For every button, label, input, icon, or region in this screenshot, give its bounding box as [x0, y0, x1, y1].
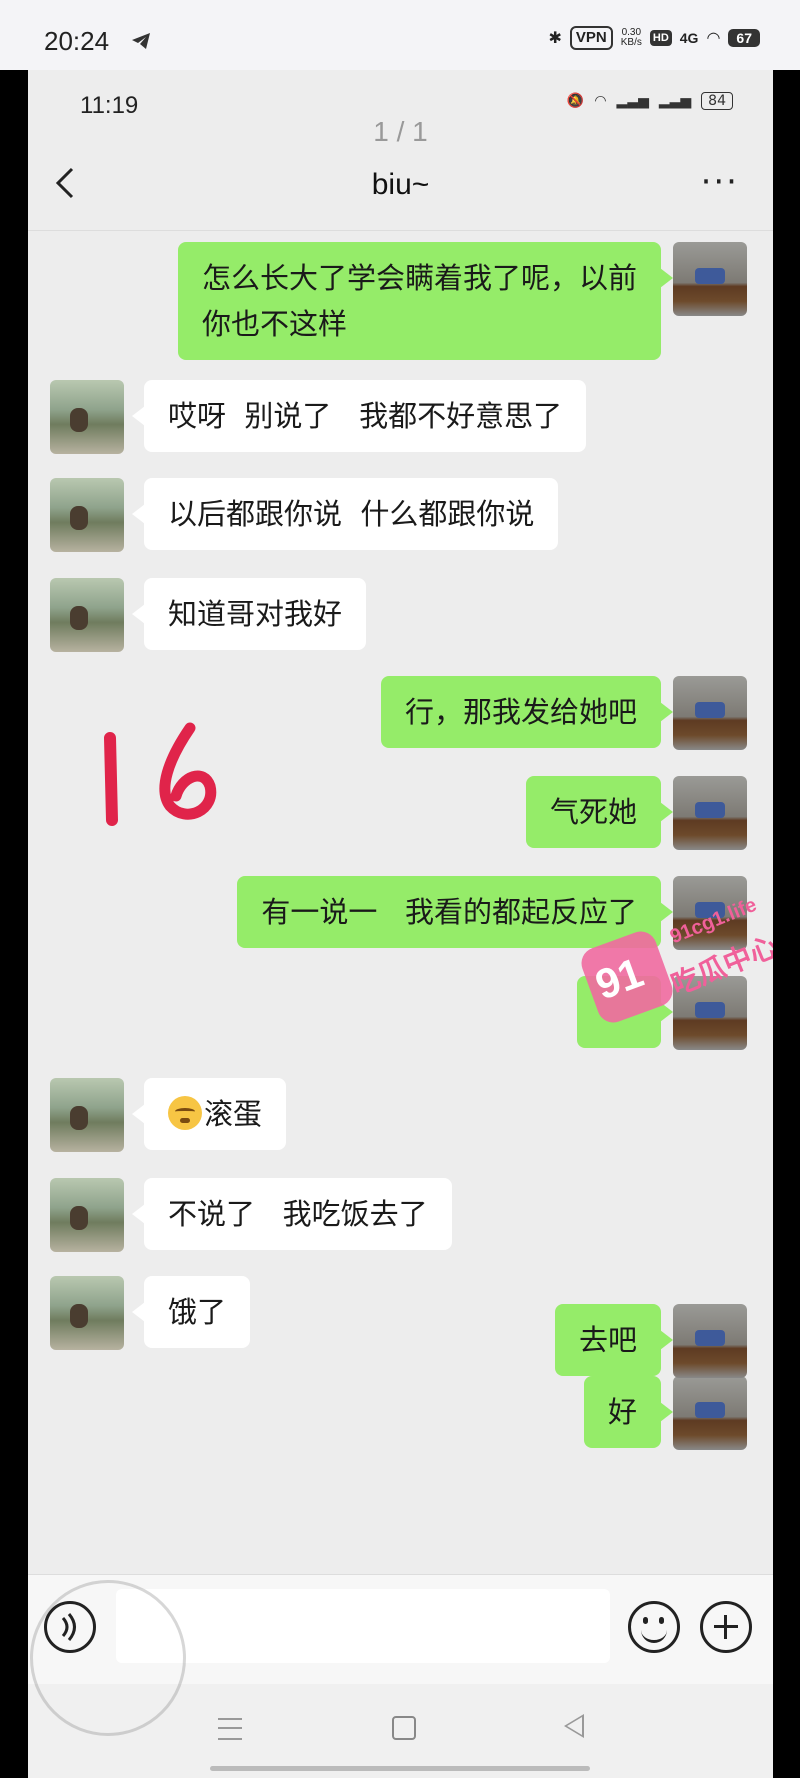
- chat-screenshot: 11:19 🔕 ◠ ▂▃▅ ▂▃▅ 84 1 / 1 biu~ ··· 怎么长大…: [28, 70, 773, 1778]
- wifi-icon: ◠: [706, 30, 721, 47]
- message-bubble[interactable]: 滚蛋: [131, 1078, 287, 1150]
- plus-icon[interactable]: [700, 1601, 752, 1653]
- network-speed: 0.30 KB/s: [621, 28, 642, 48]
- last-message-area: 去吧: [28, 1304, 773, 1400]
- page-indicator: 1 / 1: [373, 116, 428, 147]
- message-bubble[interactable]: 不说了 我吃饭去了: [132, 1178, 452, 1250]
- watermark: 91 91cg1.life 吃瓜中心: [548, 894, 773, 1027]
- outer-time: 20:24: [44, 26, 110, 56]
- recent-apps-icon[interactable]: [218, 1718, 242, 1740]
- contact-avatar[interactable]: [50, 1178, 124, 1252]
- signal-icon: ▂▃▅: [616, 93, 649, 109]
- home-icon[interactable]: [392, 1716, 416, 1740]
- contact-avatar[interactable]: [50, 1078, 124, 1152]
- message-bubble[interactable]: 知道哥对我好: [131, 578, 367, 650]
- sweat-smile-emoji-icon: [168, 1096, 202, 1130]
- telegram-icon: [132, 33, 150, 49]
- speed-unit: KB/s: [620, 37, 642, 48]
- message-bubble[interactable]: 行，那我发给她吧: [380, 676, 674, 748]
- more-options-button[interactable]: ···: [701, 162, 739, 202]
- contact-avatar[interactable]: [50, 380, 124, 454]
- signal-icon-2: ▂▃▅: [658, 93, 692, 109]
- message-bubble[interactable]: 哎呀 别说了 我都不好意思了: [131, 380, 587, 452]
- outer-status-right: ✱ VPN 0.30 KB/s HD 4G ◠ 67: [548, 26, 760, 50]
- bluetooth-icon: ✱: [548, 30, 562, 47]
- gesture-bar[interactable]: [210, 1766, 590, 1771]
- chat-title: biu~: [371, 168, 430, 201]
- my-avatar[interactable]: [673, 776, 747, 850]
- handwritten-annotation: [104, 722, 217, 826]
- mute-icon: 🔕: [566, 93, 585, 109]
- my-avatar[interactable]: [673, 242, 747, 316]
- contact-avatar[interactable]: [50, 478, 124, 552]
- wifi-icon: ◠: [594, 93, 607, 109]
- message-bubble[interactable]: 怎么长大了学会瞒着我了呢，以前 你也不这样: [177, 242, 674, 360]
- outer-status-bar: 20:24 ✱ VPN 0.30 KB/s HD 4G ◠ 67: [0, 0, 800, 70]
- message-input[interactable]: [116, 1589, 610, 1663]
- nav-back-icon[interactable]: [564, 1714, 584, 1738]
- hd-badge: HD: [649, 30, 672, 46]
- network-type: 4G: [679, 30, 699, 46]
- contact-avatar[interactable]: [50, 578, 124, 652]
- inner-status-right: 🔕 ◠ ▂▃▅ ▂▃▅ 84: [567, 92, 733, 110]
- message-bubble[interactable]: 以后都跟你说 什么都跟你说: [131, 478, 559, 550]
- my-avatar[interactable]: [673, 676, 747, 750]
- header-divider: [28, 230, 773, 231]
- message-text: 滚蛋: [204, 1097, 263, 1131]
- message-bubble[interactable]: 去吧: [554, 1304, 674, 1376]
- message-bubble[interactable]: 气死她: [525, 776, 674, 848]
- my-avatar[interactable]: [673, 1304, 747, 1378]
- battery-indicator: 67: [728, 29, 760, 47]
- emoji-icon[interactable]: [628, 1601, 680, 1653]
- vpn-badge: VPN: [569, 26, 613, 50]
- corner-stamp-watermark: [30, 1580, 186, 1736]
- inner-battery: 84: [701, 92, 733, 110]
